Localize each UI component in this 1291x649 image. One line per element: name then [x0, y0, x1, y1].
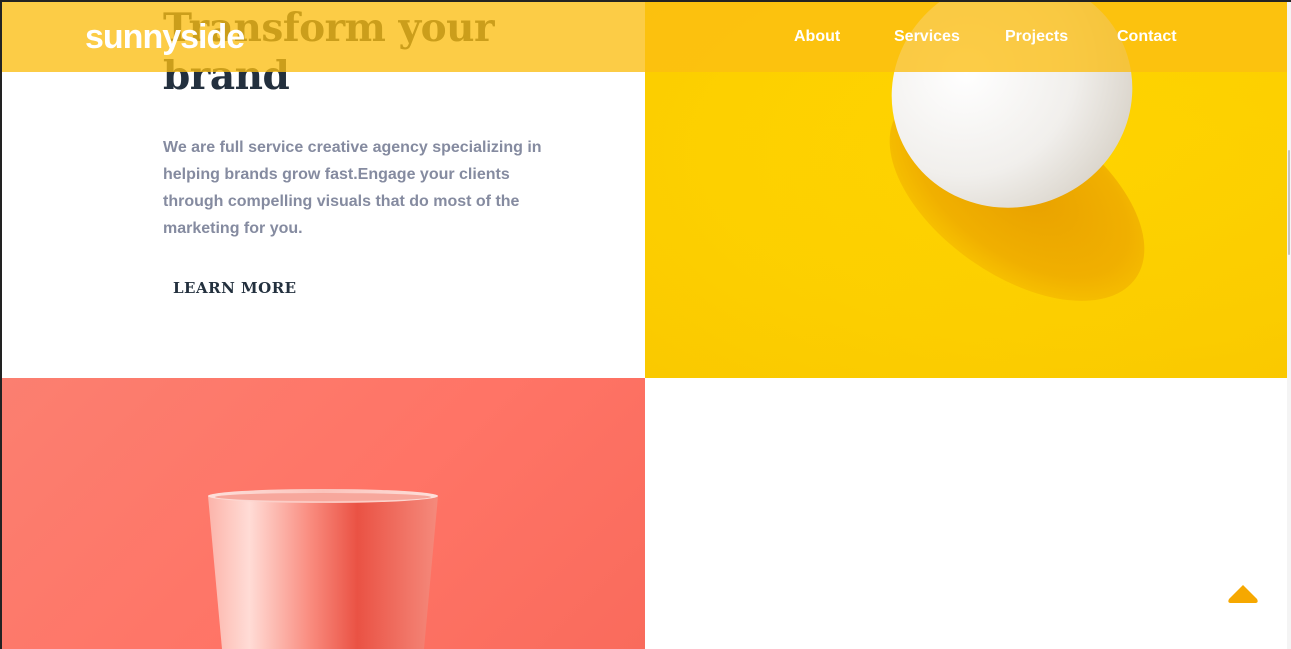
main-nav: About Services Projects Contact — [2, 28, 1287, 52]
window-frame-left — [0, 0, 2, 649]
cup-illustration — [208, 489, 438, 649]
hero-description: We are full service creative agency spec… — [163, 139, 542, 237]
page: Transform your brand We are full service… — [0, 0, 1291, 649]
back-to-top-glyph — [1228, 585, 1258, 603]
window-frame-top — [0, 0, 1291, 2]
nav-projects[interactable]: Projects — [1005, 28, 1068, 46]
vertical-scrollbar[interactable] — [1287, 0, 1291, 649]
nav-services[interactable]: Services — [894, 28, 960, 46]
nav-contact[interactable]: Contact — [1117, 28, 1177, 46]
cup-image — [2, 378, 645, 649]
chevron-up-icon[interactable] — [1226, 583, 1260, 607]
site-header: sunnyside About Services Projects Contac… — [2, 2, 1287, 72]
nav-about[interactable]: About — [794, 28, 840, 46]
scrollbar-thumb[interactable] — [1288, 150, 1290, 255]
learn-more-link[interactable]: LEARN MORE — [173, 279, 297, 297]
white-panel — [645, 378, 1287, 649]
